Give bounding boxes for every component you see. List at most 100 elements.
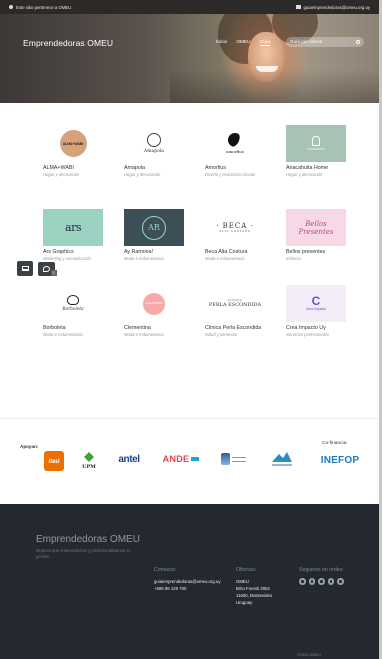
sponsor-upm-logo[interactable]: UPM: [80, 448, 98, 474]
card-category: Infancia: [286, 256, 301, 261]
contact-phone[interactable]: +598 96 129 700: [154, 586, 186, 592]
search-icon[interactable]: [356, 40, 360, 44]
office-line: 11600, Montevideo: [236, 593, 273, 598]
accessibility-icon: [21, 266, 29, 271]
logo-text: amorfius: [226, 149, 244, 154]
logo-text: Crea Impacto: [305, 307, 327, 311]
hero-shade: [170, 69, 379, 103]
butterfly-icon: [67, 295, 79, 305]
sponsor-antel-logo[interactable]: antel: [114, 452, 144, 466]
card-name[interactable]: Amorfius: [205, 165, 275, 172]
sponsor-ande-text: ANDE: [162, 454, 190, 464]
card-category: Diseño y economía circular: [205, 172, 256, 177]
linkedin-icon[interactable]: [318, 578, 325, 585]
entrepreneur-card[interactable]: C Crea Impacto Crea Impacto Uy Servicios…: [286, 285, 356, 338]
topbar-email-link[interactable]: guiaemprendedoras@omeu.org.uy: [295, 5, 370, 10]
card-logo[interactable]: CLÍNICA PERLA ESCONDIDA: [205, 285, 265, 322]
entrepreneur-card[interactable]: AR Ay Ramona! Moda e Indumentaria: [124, 209, 194, 262]
sponsor-shopping-logo[interactable]: [268, 449, 296, 469]
sponsor-ministry-logo[interactable]: [219, 451, 247, 467]
sponsor-antel-text: antel: [118, 453, 140, 465]
main-nav: Inicio OMEU Guía: [216, 40, 271, 46]
card-name[interactable]: Bellos presentes: [286, 249, 356, 256]
card-name[interactable]: Beca Alta Costura: [205, 249, 275, 256]
accessibility-button[interactable]: [17, 261, 33, 276]
apoyan-label: Apoyan:: [20, 444, 39, 449]
card-logo[interactable]: Amapola: [124, 125, 184, 162]
leaf-icon: [312, 136, 320, 146]
search-input[interactable]: Guía por rubros: [286, 37, 364, 47]
offices-heading: Oficinas:: [236, 567, 257, 573]
nav-guia[interactable]: Guía: [259, 40, 271, 46]
card-name[interactable]: Clínica Perla Escondida: [205, 325, 275, 332]
card-logo[interactable]: Borboleta: [43, 285, 103, 322]
card-logo[interactable]: AR: [124, 209, 184, 246]
card-logo[interactable]: CLEMENTINA: [124, 285, 184, 322]
site-brand[interactable]: Emprendedoras OMEU: [23, 38, 113, 48]
twitter-icon[interactable]: [327, 578, 334, 585]
topbar-left-text: Este sitio pertenece a OMEU: [16, 4, 72, 10]
logo-text: Bellos Presentes: [298, 219, 334, 236]
sponsor-inefop-logo[interactable]: INEFOP: [320, 453, 360, 467]
office-line: Brito Foresti 2952: [236, 586, 270, 591]
entrepreneur-card[interactable]: ars Ars Graphics Marketing y comunicació…: [43, 209, 113, 262]
entrepreneur-card[interactable]: · BECA · ALTA COSTURA Beca Alta Costura …: [205, 209, 275, 262]
footer-title: Emprendedoras OMEU: [36, 534, 140, 545]
shopping-text-line: [272, 464, 292, 466]
card-name[interactable]: Crea Impacto Uy: [286, 325, 356, 332]
entrepreneur-card[interactable]: ALMA+WABI ALMA+WABI Hogar y decoración: [43, 125, 113, 178]
card-category: Moda e Indumentaria: [124, 332, 164, 337]
logo-text: Borboleta: [62, 307, 84, 312]
entrepreneur-card[interactable]: ANACAHUITA Anacahuita Home Hogar y decor…: [286, 125, 356, 178]
card-logo[interactable]: amorfius: [205, 125, 265, 162]
card-category: Moda e Indumentaria: [124, 256, 164, 261]
card-logo[interactable]: ars: [43, 209, 103, 246]
card-logo[interactable]: ANACAHUITA: [286, 125, 346, 162]
sponsor-itau-logo[interactable]: itaú: [44, 451, 64, 471]
flower-icon: [147, 133, 161, 147]
entrepreneur-card[interactable]: CLEMENTINA Clementina Moda e Indumentari…: [124, 285, 194, 338]
hero-banner: Emprendedoras OMEU Inicio OMEU Guía Guía…: [0, 14, 379, 103]
social-heading: Seguinos en redes:: [299, 567, 344, 573]
logo-subtext: ALTA COSTURA: [219, 230, 251, 233]
chat-badge: 1: [51, 270, 57, 276]
nav-inicio[interactable]: Inicio: [216, 40, 227, 46]
card-name[interactable]: Ars Graphics: [43, 249, 113, 256]
facebook-icon[interactable]: [308, 578, 315, 585]
sponsor-inefop-text: INEFOP: [320, 454, 360, 466]
card-logo[interactable]: C Crea Impacto: [286, 285, 346, 322]
card-name[interactable]: ALMA+WABI: [43, 165, 113, 172]
entrepreneur-card[interactable]: Amapola Amapola Hogar y decoración: [124, 125, 194, 178]
topbar-email[interactable]: guiaemprendedoras@omeu.org.uy: [304, 5, 370, 10]
office-line: OMEU: [236, 579, 249, 584]
search-placeholder: Guía por rubros: [290, 39, 323, 44]
logo-text: PERLA ESCONDIDA: [208, 302, 262, 308]
card-name[interactable]: Borboleta: [43, 325, 113, 332]
card-name[interactable]: Amapola: [124, 165, 194, 172]
nav-omeu[interactable]: OMEU: [236, 40, 250, 46]
instagram-icon[interactable]: [299, 578, 306, 585]
card-logo[interactable]: · BECA · ALTA COSTURA: [205, 209, 265, 246]
card-logo[interactable]: ALMA+WABI: [43, 125, 103, 162]
entrepreneur-card[interactable]: amorfius Amorfius Diseño y economía circ…: [205, 125, 275, 178]
chat-button[interactable]: 1: [38, 262, 57, 276]
page: Este sitio pertenece a OMEU guiaemprende…: [0, 0, 379, 659]
card-name[interactable]: Clementina: [124, 325, 194, 332]
entrepreneur-card[interactable]: Borboleta Borboleta Moda e Indumentaria: [43, 285, 113, 338]
card-name[interactable]: Ay Ramona!: [124, 249, 194, 256]
card-category: Salud y bienestar: [205, 332, 238, 337]
card-category: Hogar y decoración: [43, 172, 80, 177]
info-icon: [9, 5, 13, 9]
card-logo[interactable]: Bellos Presentes: [286, 209, 346, 246]
contact-email[interactable]: guiaemprendedoras@omeu.org.uy: [154, 579, 220, 585]
card-category: Moda e Indumentaria: [205, 256, 245, 261]
youtube-icon[interactable]: [337, 578, 344, 585]
entrepreneur-card[interactable]: CLÍNICA PERLA ESCONDIDA Clínica Perla Es…: [205, 285, 275, 338]
card-name[interactable]: Anacahuita Home: [286, 165, 356, 172]
logo-text: ANACAHUITA: [307, 147, 325, 151]
logo-text: Amapola: [144, 149, 164, 154]
entrepreneur-card[interactable]: Bellos Presentes Bellos presentes Infanc…: [286, 209, 356, 262]
office-line: Uruguay: [236, 600, 253, 605]
sponsor-ande-logo[interactable]: ANDE: [161, 452, 201, 466]
ministry-crest-icon: [220, 453, 230, 465]
